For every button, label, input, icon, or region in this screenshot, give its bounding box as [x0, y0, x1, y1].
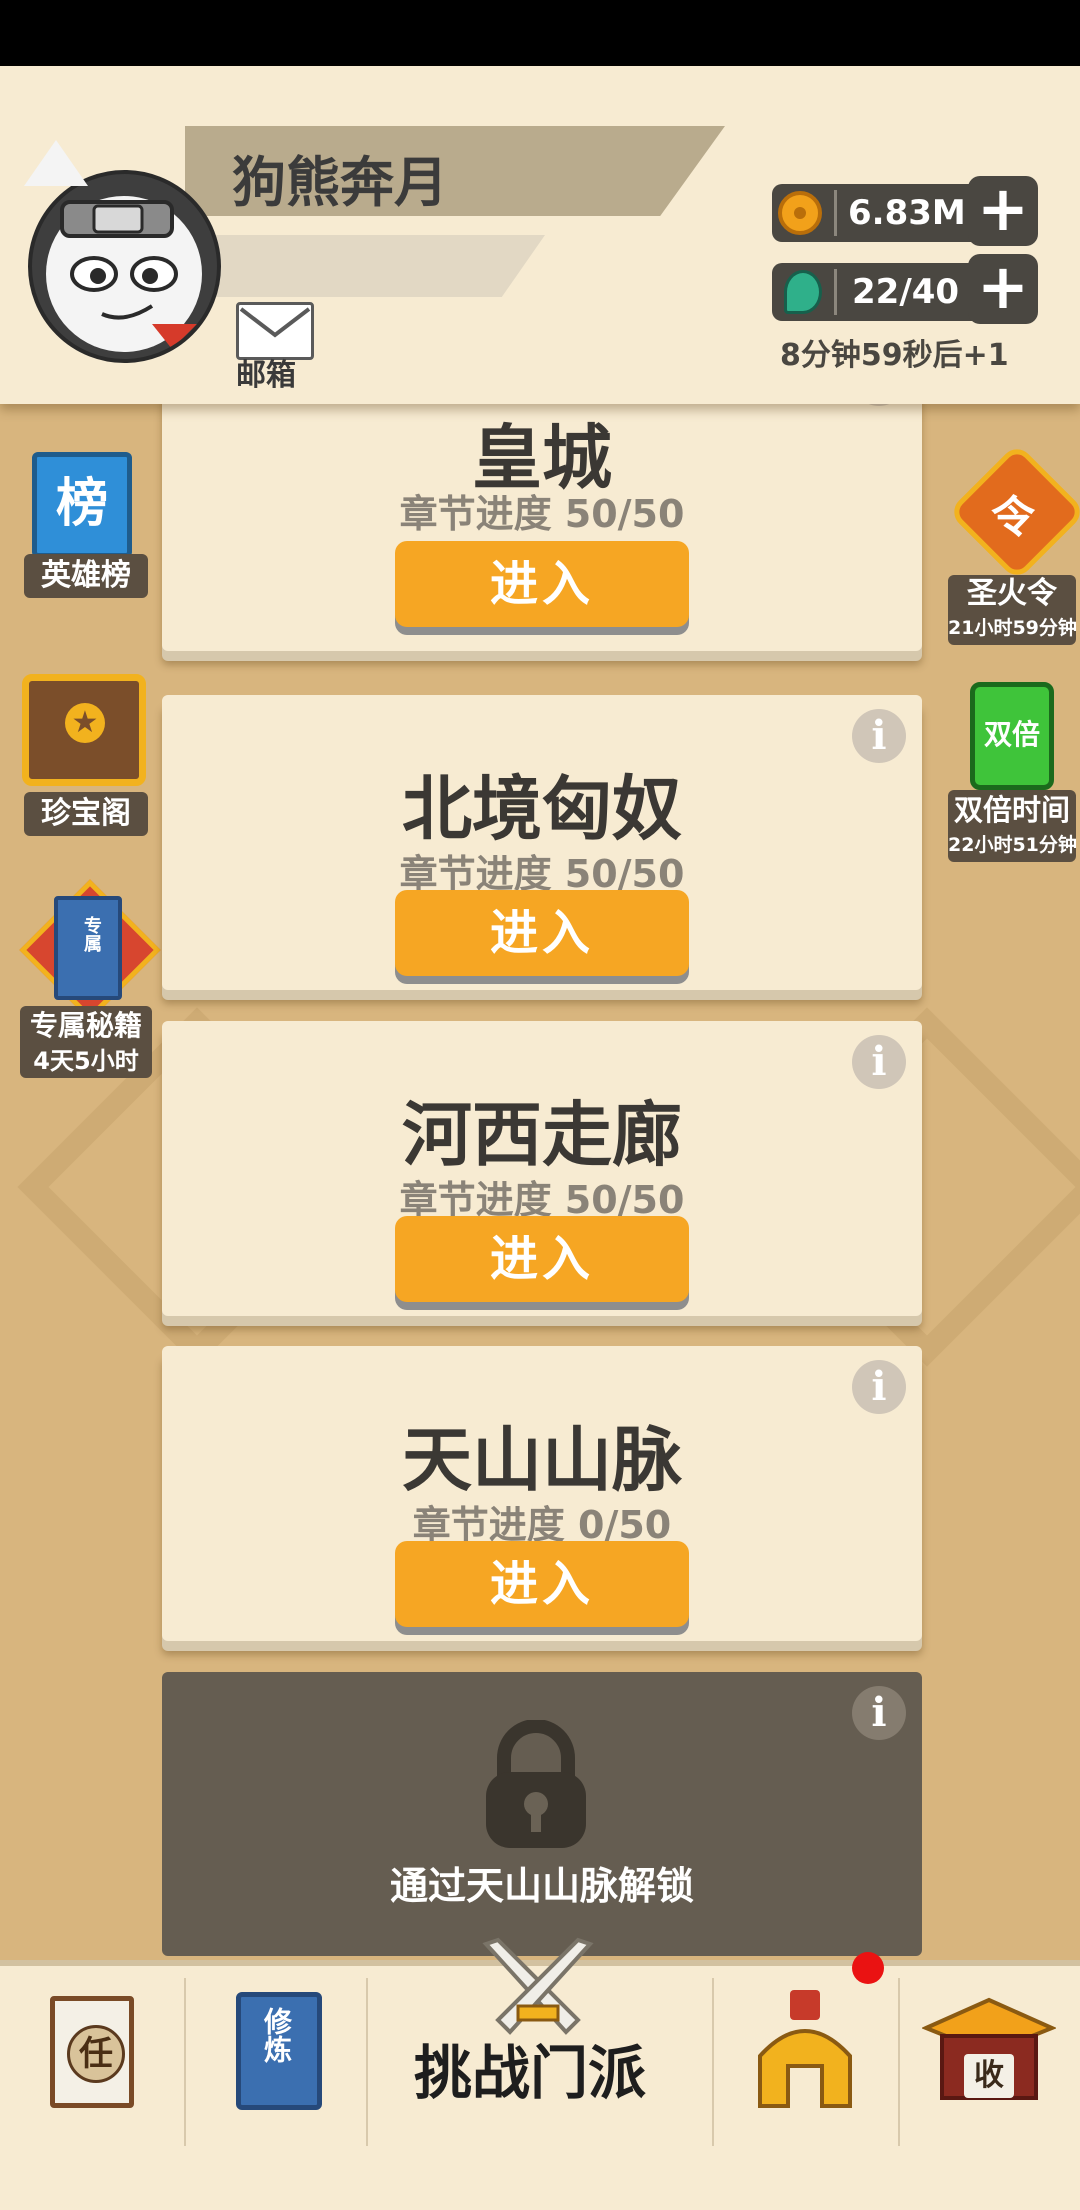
secret-book-countdown: 4天5小时 [20, 1044, 152, 1078]
unlock-requirement-text: 通过天山山脉解锁 [389, 1864, 694, 1908]
add-coins-button[interactable]: + [968, 176, 1038, 246]
sidebar-item-flame-token[interactable]: 令 圣火令 21小时59分钟 [946, 442, 1080, 645]
info-icon[interactable]: i [852, 1686, 906, 1740]
locked-chapter-card: 通过天山山脉解锁 i [162, 1672, 922, 1956]
scroll-task-icon: 任 [50, 1996, 134, 2108]
chapter-card: 河西走廊 章节进度 50/50 进入 i [162, 1021, 922, 1316]
flame-token-countdown: 21小时59分钟 [948, 611, 1077, 645]
sidebar-label-secret-book: 专属秘籍 [20, 1006, 152, 1046]
treasure-chest-icon: ★ [22, 674, 146, 786]
info-icon[interactable]: i [852, 1035, 906, 1089]
info-icon[interactable]: i [852, 709, 906, 763]
nav-equipment[interactable] [714, 1978, 900, 2146]
info-icon[interactable]: i [852, 1360, 906, 1414]
sidebar-label-hero-ranking: 英雄榜 [24, 554, 148, 598]
system-status-bar [0, 0, 1080, 66]
double-card-icon: 双倍 [970, 682, 1054, 790]
chapter-card: 皇城 章节进度 50/50 进入 i [162, 352, 922, 651]
chapter-title: 天山山脉 [402, 1419, 682, 1501]
collect-char: 收 [964, 2054, 1014, 2098]
secret-book-icon: 专属 [54, 896, 122, 1000]
nav-challenge-label[interactable]: 挑战门派 [414, 2026, 646, 2110]
training-book-icon: 修炼 [236, 1992, 322, 2110]
chapter-card: 天山山脉 章节进度 0/50 进入 i [162, 1346, 922, 1641]
chapter-title: 河西走廊 [402, 1094, 682, 1176]
energy-divider [834, 269, 837, 315]
mail-label[interactable]: 邮箱 [236, 350, 296, 394]
notification-dot [852, 1952, 884, 1984]
chapter-title: 北境匈奴 [402, 768, 682, 850]
enter-chapter-button[interactable]: 进入 [395, 1541, 689, 1627]
sidebar-label-flame-token: 圣火令 [948, 575, 1076, 613]
helmet-icon [758, 1990, 852, 2108]
energy-value: 22/40 [852, 272, 960, 312]
chapter-card: 北境匈奴 章节进度 50/50 进入 i [162, 695, 922, 990]
mail-banner [185, 235, 545, 297]
sidebar-label-treasure: 珍宝阁 [24, 792, 148, 836]
nav-training[interactable]: 修炼 [186, 1978, 368, 2146]
coin-icon [778, 191, 822, 235]
secret-book-char: 专属 [81, 916, 102, 952]
ranking-char: 榜 [55, 474, 108, 534]
double-card-char: 双倍 [983, 718, 1040, 751]
sidebar-item-hero-ranking[interactable]: 榜 英雄榜 [20, 450, 150, 600]
enter-chapter-button[interactable]: 进入 [395, 541, 689, 627]
sidebar-item-secret-book[interactable]: 专属 专属秘籍 4天5小时 [18, 879, 161, 1082]
nav-task[interactable]: 任 [4, 1978, 186, 2146]
enter-chapter-button[interactable]: 进入 [395, 1216, 689, 1302]
sidebar-item-treasure[interactable]: ★ 珍宝阁 [20, 672, 150, 842]
double-time-countdown: 22小时51分钟 [948, 828, 1077, 862]
nav-collect[interactable]: 收 [900, 1978, 1078, 2146]
player-avatar[interactable] [28, 170, 221, 363]
chest-star-icon: ★ [65, 703, 105, 743]
coin-divider [834, 190, 837, 236]
add-energy-button[interactable]: + [968, 254, 1038, 324]
sidebar-label-double-time: 双倍时间 [948, 790, 1076, 830]
player-name: 狗熊奔月 [232, 151, 448, 214]
energy-refill-timer: 8分钟59秒后+1 [780, 338, 1009, 373]
ninja-face-icon [46, 196, 202, 352]
flame-token-char: 令 [991, 492, 1035, 543]
chapter-progress: 章节进度 50/50 [399, 492, 685, 536]
enter-chapter-button[interactable]: 进入 [395, 890, 689, 976]
ranking-banner-icon: 榜 [32, 452, 132, 558]
coin-value: 6.83M [848, 193, 966, 233]
lock-icon [486, 1720, 586, 1848]
avatar-topknot [24, 140, 88, 186]
task-char: 任 [67, 2025, 125, 2083]
energy-gem-icon [784, 270, 822, 314]
sidebar-item-double-time[interactable]: 双倍 双倍时间 22小时51分钟 [946, 680, 1078, 862]
training-char: 修炼 [260, 2007, 293, 2063]
